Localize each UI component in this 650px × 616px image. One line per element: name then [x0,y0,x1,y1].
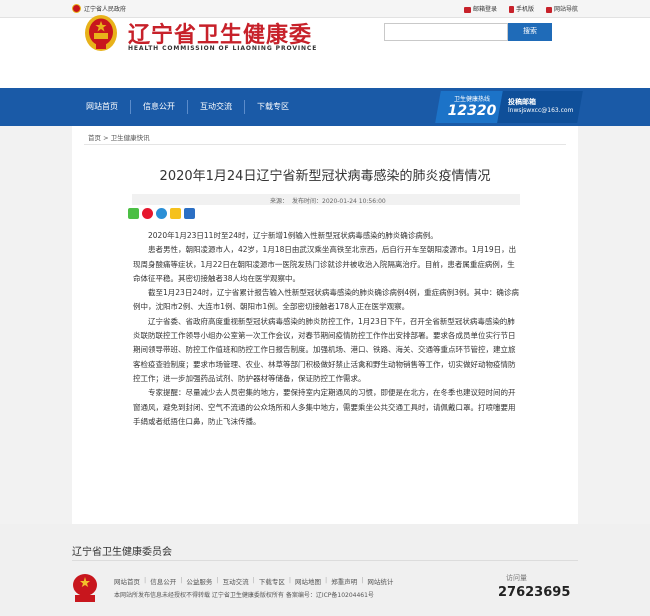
footer-link[interactable]: 公益服务 [186,576,212,586]
footer-link[interactable]: 网站地图 [295,576,321,586]
article-paragraph: 专家提醒：尽量减少去人员密集的地方，要保持室内定期通风的习惯，即便是在北方，在冬… [133,388,516,426]
nav-item-interaction[interactable]: 互动交流 [188,88,244,126]
nav-item-downloads[interactable]: 下载专区 [245,88,301,126]
footer-links: 网站首页 | 信息公开 | 公益服务 | 互动交流 | 下载专区 | 网站地图 | 郑重声明… [114,576,393,586]
search-input[interactable] [384,23,508,41]
publish-time: 发布时间：2020-01-24 10:56:00 [292,198,386,205]
gov-link[interactable]: 辽宁省人民政府 [72,4,126,13]
link-separator: | [361,576,364,584]
breadcrumb[interactable]: 首页 > 卫生健康快讯 [88,132,150,142]
mail-login-link[interactable]: 邮箱登录 [463,4,497,13]
gov-link-label: 辽宁省人民政府 [84,6,127,13]
footer-link[interactable]: 信息公开 [150,576,176,586]
footer-divider [72,560,578,561]
qzone-share-icon[interactable] [156,208,167,219]
share-bar [128,208,195,219]
site-subtitle: HEALTH COMMISSION OF LIAONING PROVINCE [128,45,318,52]
nav-item-info-disclosure[interactable]: 信息公开 [131,88,187,126]
mobile-link[interactable]: 手机版 [508,4,534,13]
footer-link[interactable]: 下载专区 [259,576,285,586]
weibo-share-icon[interactable] [142,208,153,219]
party-gov-badge-icon[interactable] [72,573,98,603]
article-meta: 来源： 发布时间：2020-01-24 10:56:00 [132,194,520,205]
link-separator: | [180,576,183,584]
search-button[interactable]: 搜索 [508,23,552,41]
hotline-label: 卫生健康热线 [453,96,490,103]
hotline-number: 12320 [447,103,497,119]
footer-link[interactable]: 互动交流 [223,576,249,586]
article-paragraph: 患者男性，朝阳凌源市人，42岁，1月18日由武汉乘坐高铁至北京西，后自行开车至朝… [133,245,517,283]
more-share-icon[interactable] [184,208,195,219]
favorite-star-icon[interactable] [170,208,181,219]
link-separator: | [144,576,147,584]
source-label: 来源： [270,198,289,205]
party-emblem-icon [85,15,117,51]
article-body: 2020年1月23日11时至24时，辽宁新增1例输入性新型冠状病毒感染的肺炎确诊… [133,229,521,429]
link-separator: | [325,576,328,584]
article-title: 2020年1月24日辽宁省新型冠状病毒感染的肺炎疫情情况 [159,169,491,184]
link-separator: | [216,576,219,584]
footer-title: 辽宁省卫生健康委员会 [72,547,172,558]
submission-mail-info[interactable]: 投稿邮箱 lnwsjswxcc@163.com [508,97,573,114]
footer-link[interactable]: 郑重声明 [331,576,357,586]
mobile-icon [508,6,514,13]
footer-link[interactable]: 网站首页 [114,576,140,586]
hotline-info: 卫生健康热线 12320 [444,94,500,119]
mail-address: lnwsjswxcc@163.com [508,107,574,114]
national-emblem-icon [72,4,81,13]
site-nav-link[interactable]: 网站导航 [545,4,578,13]
footer-copyright: 本网站所发布信息未经授权不得转载 辽宁省卫生健康委版权所有 备案编号：辽ICP备… [114,592,374,599]
link-separator: | [252,576,255,584]
mail-label: 投稿邮箱 [508,98,536,106]
article-paragraph: 2020年1月23日11时至24时，辽宁新增1例输入性新型冠状病毒感染的肺炎确诊… [148,231,438,240]
visit-counter-label: 访问量 [506,574,527,582]
link-separator: | [288,576,292,584]
article-paragraph: 截至1月23日24时，辽宁省累计报告输入性新型冠状病毒感染的肺炎确诊病例4例，重… [133,288,519,312]
visit-counter-value: 27623695 [498,585,571,600]
footer-link[interactable]: 网站统计 [367,576,393,586]
article-paragraph: 辽宁省委、省政府高度重视新型冠状病毒感染的肺炎防控工作，1月23日下午，召开全省… [133,316,516,383]
breadcrumb-divider [84,144,566,145]
nav-item-home[interactable]: 网站首页 [74,88,130,126]
wechat-share-icon[interactable] [128,208,139,219]
sitemap-icon [545,6,552,13]
mail-icon [463,6,471,13]
